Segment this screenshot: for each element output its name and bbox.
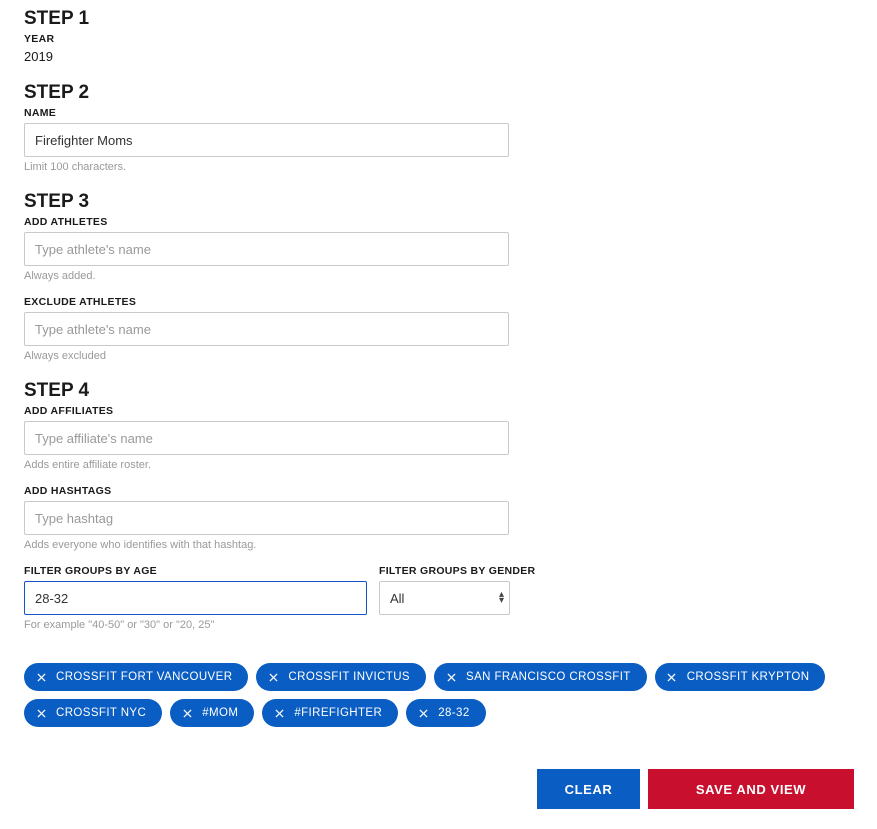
save-and-view-button[interactable]: SAVE AND VIEW	[648, 769, 854, 809]
filter-gender-select[interactable]: All	[379, 581, 510, 615]
exclude-athletes-input[interactable]	[24, 312, 509, 346]
chip-label: CROSSFIT FORT VANCOUVER	[56, 671, 232, 683]
year-value: 2019	[24, 49, 853, 64]
step-4: STEP 4 ADD AFFILIATES Adds entire affili…	[24, 380, 853, 631]
exclude-athletes-label: EXCLUDE ATHLETES	[24, 296, 853, 308]
chip-label: #FIREFIGHTER	[294, 707, 382, 719]
step-2: STEP 2 NAME Limit 100 characters.	[24, 82, 853, 173]
filter-chip[interactable]: CROSSFIT KRYPTON	[655, 663, 826, 691]
filter-chip[interactable]: #FIREFIGHTER	[262, 699, 398, 727]
add-athletes-input[interactable]	[24, 232, 509, 266]
chip-label: 28-32	[438, 707, 469, 719]
filter-chip[interactable]: CROSSFIT INVICTUS	[256, 663, 426, 691]
filter-chip[interactable]: SAN FRANCISCO CROSSFIT	[434, 663, 647, 691]
close-icon[interactable]	[268, 672, 278, 682]
close-icon[interactable]	[182, 708, 192, 718]
close-icon[interactable]	[36, 672, 46, 682]
filter-chip[interactable]: 28-32	[406, 699, 485, 727]
filter-chip[interactable]: CROSSFIT FORT VANCOUVER	[24, 663, 248, 691]
add-hashtags-label: ADD HASHTAGS	[24, 485, 853, 497]
add-athletes-label: ADD ATHLETES	[24, 216, 853, 228]
name-label: NAME	[24, 107, 853, 119]
step-3-heading: STEP 3	[24, 191, 853, 213]
chip-label: SAN FRANCISCO CROSSFIT	[466, 671, 631, 683]
filter-age-label: FILTER GROUPS BY AGE	[24, 565, 367, 577]
chip-label: CROSSFIT NYC	[56, 707, 146, 719]
step-4-heading: STEP 4	[24, 380, 853, 402]
close-icon[interactable]	[446, 672, 456, 682]
step-2-heading: STEP 2	[24, 82, 853, 104]
add-affiliates-input[interactable]	[24, 421, 509, 455]
add-affiliates-helper: Adds entire affiliate roster.	[24, 459, 853, 471]
year-label: YEAR	[24, 33, 853, 45]
add-hashtags-helper: Adds everyone who identifies with that h…	[24, 539, 853, 551]
add-affiliates-label: ADD AFFILIATES	[24, 405, 853, 417]
filter-chip[interactable]: CROSSFIT NYC	[24, 699, 162, 727]
filter-chip[interactable]: #MOM	[170, 699, 254, 727]
filter-chips: CROSSFIT FORT VANCOUVER CROSSFIT INVICTUS…	[24, 663, 854, 727]
close-icon[interactable]	[418, 708, 428, 718]
filter-age-input[interactable]	[24, 581, 367, 615]
step-1: STEP 1 YEAR 2019	[24, 8, 853, 64]
add-hashtags-input[interactable]	[24, 501, 509, 535]
filter-age-helper: For example "40-50" or "30" or "20, 25"	[24, 619, 367, 631]
add-athletes-helper: Always added.	[24, 270, 853, 282]
step-3: STEP 3 ADD ATHLETES Always added. EXCLUD…	[24, 191, 853, 362]
close-icon[interactable]	[36, 708, 46, 718]
clear-button[interactable]: CLEAR	[537, 769, 640, 809]
footer-actions: CLEAR SAVE AND VIEW	[24, 769, 854, 809]
exclude-athletes-helper: Always excluded	[24, 350, 853, 362]
close-icon[interactable]	[667, 672, 677, 682]
name-input[interactable]	[24, 123, 509, 157]
name-helper: Limit 100 characters.	[24, 161, 853, 173]
step-1-heading: STEP 1	[24, 8, 853, 30]
close-icon[interactable]	[274, 708, 284, 718]
filter-gender-label: FILTER GROUPS BY GENDER	[379, 565, 535, 577]
chip-label: #MOM	[202, 707, 238, 719]
chip-label: CROSSFIT INVICTUS	[288, 671, 410, 683]
chip-label: CROSSFIT KRYPTON	[687, 671, 810, 683]
